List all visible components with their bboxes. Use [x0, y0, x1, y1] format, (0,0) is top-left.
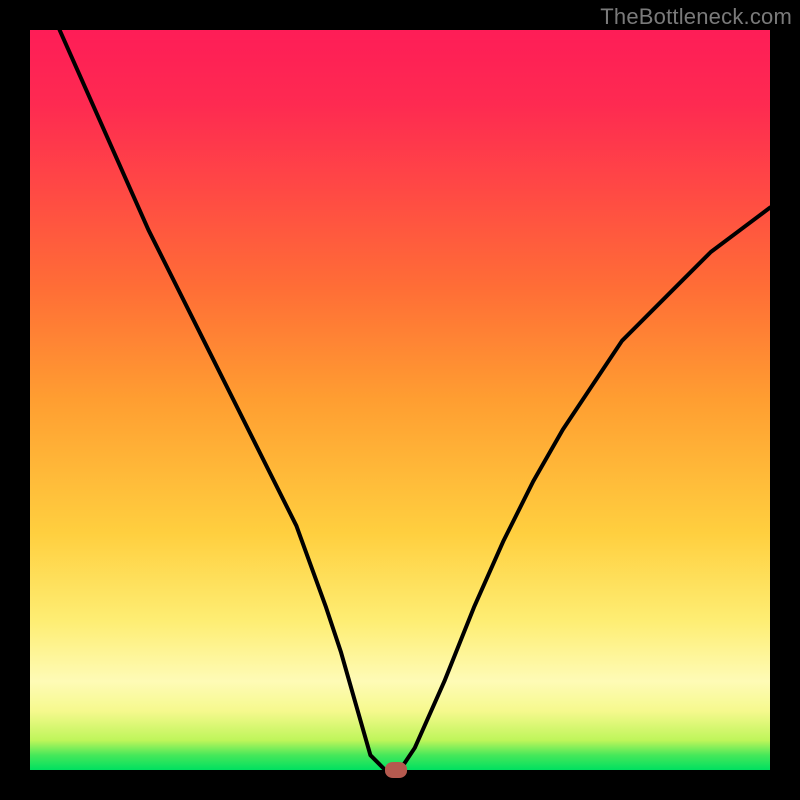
curve-path — [60, 30, 770, 770]
watermark-text: TheBottleneck.com — [600, 4, 792, 30]
curve-svg — [30, 30, 770, 770]
minimum-marker — [385, 762, 407, 778]
chart-frame: TheBottleneck.com — [0, 0, 800, 800]
plot-area — [30, 30, 770, 770]
